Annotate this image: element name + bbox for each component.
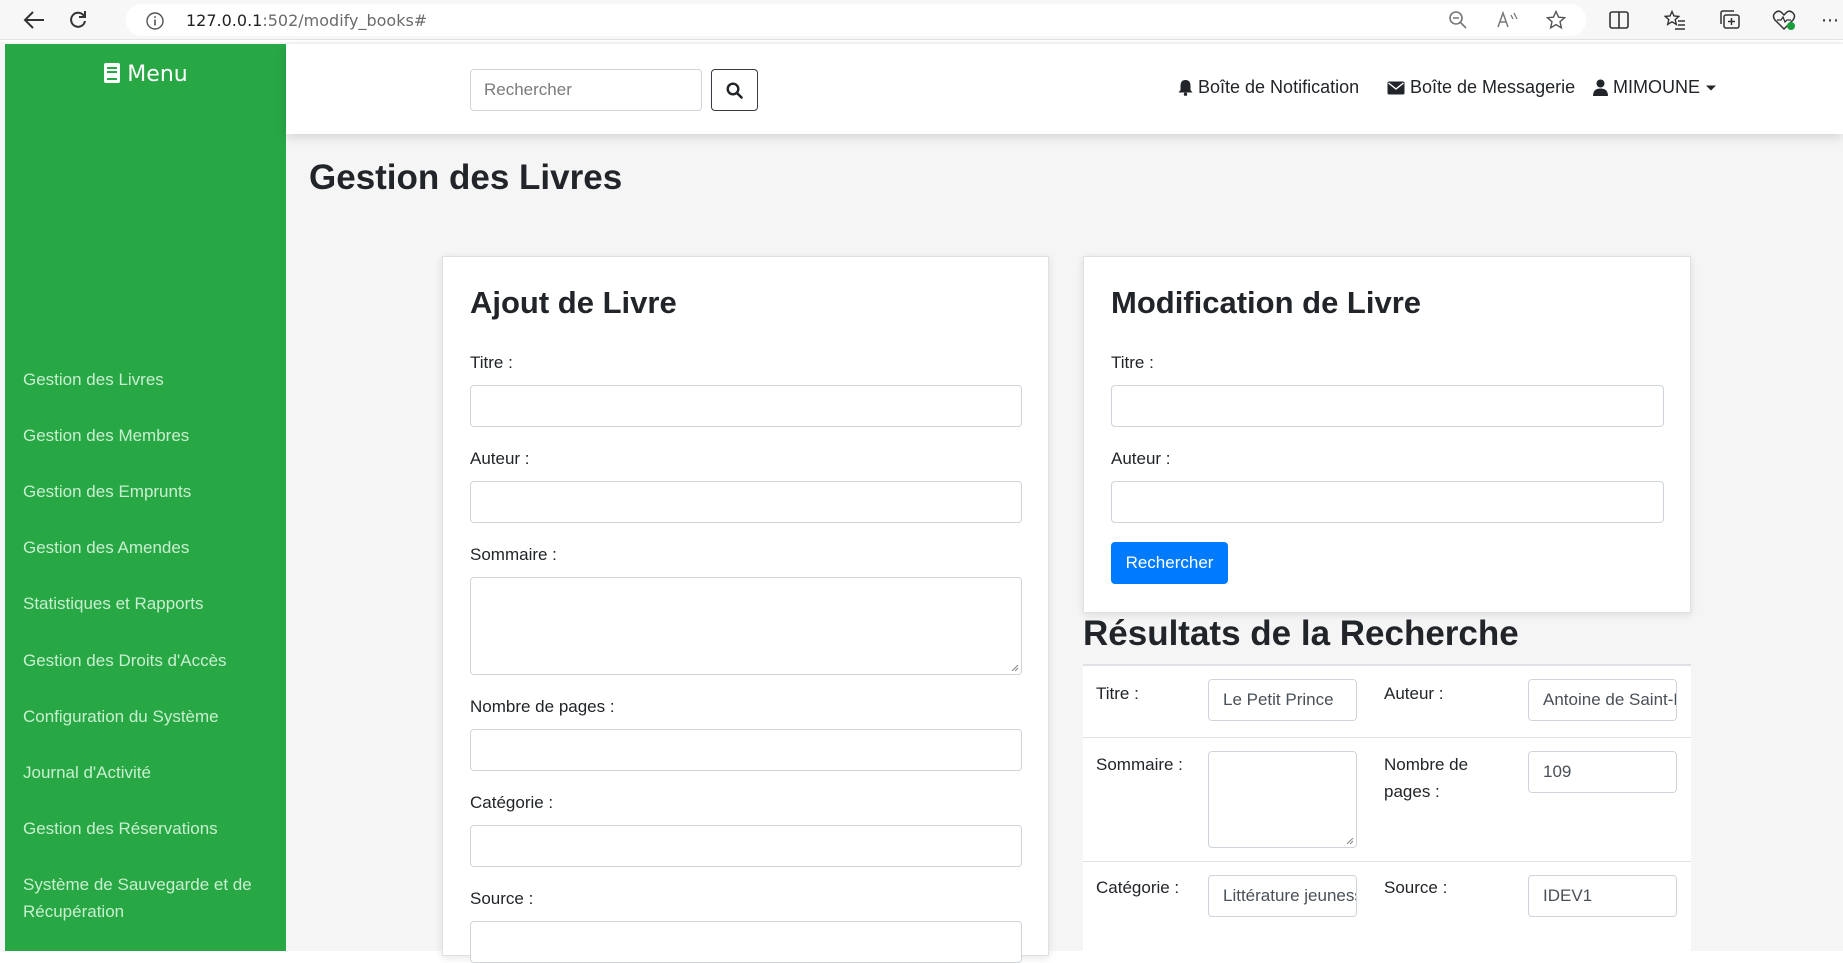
sidebar-item-reservations[interactable]: Gestion des Réservations (23, 815, 218, 842)
sidebar-item-books[interactable]: Gestion des Livres (23, 366, 164, 393)
collections-icon[interactable] (1718, 8, 1742, 32)
top-navbar: Boîte de Notification Boîte de Messageri… (286, 44, 1843, 134)
result-sommaire-textarea[interactable] (1208, 751, 1357, 848)
user-menu-dropdown[interactable]: MIMOUNE (1593, 77, 1717, 98)
sidebar-title: Menu (5, 62, 286, 87)
add-pages-input[interactable] (470, 729, 1022, 771)
result-pages-label: Nombre de pages : (1384, 755, 1469, 801)
site-info-icon[interactable] (146, 12, 164, 34)
result-categorie-label: Catégorie : (1096, 878, 1180, 897)
more-options-icon[interactable]: ⋯ (1818, 8, 1842, 32)
url-text: 127.0.0.1:502/modify_books# (186, 11, 428, 30)
sidebar-item-backup[interactable]: Système de Sauvegarde et de Récupération (23, 871, 273, 925)
result-categorie-value[interactable]: Littérature jeunesse (1208, 875, 1357, 917)
result-source-value[interactable]: IDEV1 (1528, 875, 1677, 917)
search-button[interactable] (711, 69, 758, 111)
bell-icon (1178, 80, 1193, 96)
zoom-out-icon[interactable] (1446, 8, 1470, 32)
resize-grip-icon[interactable] (1010, 663, 1019, 672)
sidebar-item-loans[interactable]: Gestion des Emprunts (23, 478, 191, 505)
add-pages-label: Nombre de pages : (470, 697, 615, 716)
modify-auteur-input[interactable] (1111, 481, 1664, 523)
book-icon (104, 63, 121, 83)
favorite-star-icon[interactable] (1544, 8, 1568, 32)
page-title: Gestion des Livres (309, 158, 623, 197)
browser-toolbar: 127.0.0.1:502/modify_books# ⋯ (0, 0, 1843, 40)
add-book-title: Ajout de Livre (470, 285, 677, 320)
table-row: Titre : Le Petit Prince Auteur : Antoine… (1083, 666, 1691, 737)
resize-grip-icon[interactable] (1345, 836, 1354, 845)
result-titre-label: Titre : (1096, 684, 1139, 703)
modify-book-title: Modification de Livre (1111, 285, 1422, 320)
result-titre-value[interactable]: Le Petit Prince (1208, 679, 1357, 721)
modify-search-button[interactable]: Rechercher (1111, 542, 1228, 584)
sidebar: Menu Gestion des Livres Gestion des Memb… (5, 44, 286, 951)
modify-titre-input[interactable] (1111, 385, 1664, 427)
modify-auteur-label: Auteur : (1111, 449, 1171, 468)
read-aloud-icon[interactable] (1495, 8, 1519, 32)
favorites-icon[interactable] (1663, 8, 1687, 32)
envelope-icon (1387, 81, 1405, 94)
results-table: Titre : Le Petit Prince Auteur : Antoine… (1083, 664, 1691, 951)
messages-label: Boîte de Messagerie (1410, 77, 1576, 97)
address-bar[interactable]: 127.0.0.1:502/modify_books# (126, 4, 1586, 36)
add-source-label: Source : (470, 889, 534, 908)
sidebar-item-access-rights[interactable]: Gestion des Droits d'Accès (23, 647, 227, 674)
back-arrow-icon[interactable] (22, 8, 46, 32)
messages-link[interactable]: Boîte de Messagerie (1387, 77, 1575, 98)
table-row: Catégorie : Littérature jeunesse Source … (1083, 861, 1691, 953)
table-row: Sommaire : Nombre de pages : 109 (1083, 737, 1691, 861)
sidebar-item-activity-log[interactable]: Journal d'Activité (23, 759, 151, 786)
add-titre-input[interactable] (470, 385, 1022, 427)
user-name: MIMOUNE (1613, 77, 1700, 97)
sidebar-title-label: Menu (127, 62, 188, 87)
add-sommaire-label: Sommaire : (470, 545, 557, 564)
search-icon (726, 81, 743, 99)
result-source-label: Source : (1384, 878, 1448, 897)
sidebar-item-statistics[interactable]: Statistiques et Rapports (23, 590, 203, 617)
add-auteur-label: Auteur : (470, 449, 530, 468)
search-input[interactable] (470, 69, 702, 111)
user-icon (1593, 79, 1608, 96)
result-auteur-value[interactable]: Antoine de Saint-Exupéry (1528, 679, 1677, 721)
modify-titre-label: Titre : (1111, 353, 1154, 372)
result-sommaire-label: Sommaire : (1096, 755, 1183, 774)
notifications-label: Boîte de Notification (1198, 77, 1360, 97)
sidebar-item-members[interactable]: Gestion des Membres (23, 422, 189, 449)
sidebar-item-system-config[interactable]: Configuration du Système (23, 703, 219, 730)
add-titre-label: Titre : (470, 353, 513, 372)
add-source-input[interactable] (470, 921, 1022, 963)
result-pages-value[interactable]: 109 (1528, 751, 1677, 793)
notifications-link[interactable]: Boîte de Notification (1178, 77, 1359, 98)
split-screen-icon[interactable] (1607, 8, 1631, 32)
result-auteur-label: Auteur : (1384, 684, 1444, 703)
caret-down-icon (1706, 85, 1716, 90)
results-title: Résultats de la Recherche (1083, 614, 1519, 653)
add-auteur-input[interactable] (470, 481, 1022, 523)
add-categorie-label: Catégorie : (470, 793, 554, 812)
browser-essentials-icon[interactable] (1772, 8, 1796, 32)
add-sommaire-textarea[interactable] (470, 577, 1022, 675)
reload-icon[interactable] (66, 8, 90, 32)
add-book-card: Ajout de Livre Titre : Auteur : Sommaire… (442, 256, 1049, 963)
sidebar-item-fines[interactable]: Gestion des Amendes (23, 534, 189, 561)
add-categorie-input[interactable] (470, 825, 1022, 867)
